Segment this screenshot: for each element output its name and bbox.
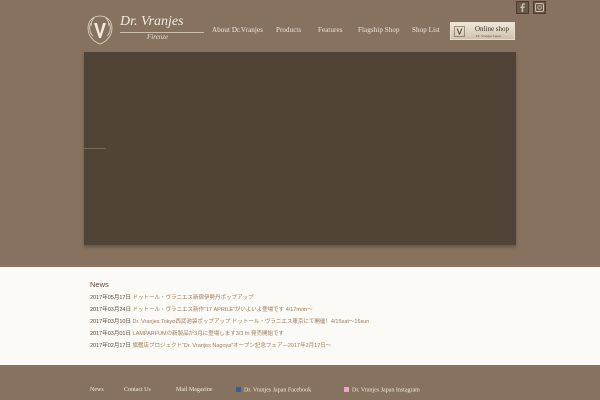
nav-shop-list[interactable]: Shop List bbox=[412, 26, 440, 34]
footer-link-facebook[interactable]: Dr. Vranjes Japan Facebook bbox=[236, 387, 311, 394]
online-shop-label: Online shop bbox=[475, 25, 510, 33]
news-date: 2017年02月17日 bbox=[90, 343, 131, 349]
footer-link-news[interactable]: News bbox=[90, 387, 104, 393]
news-item[interactable]: 2017年03月10日 Dr. Vranjes Tokyo西武池袋ポップアップ … bbox=[90, 317, 369, 325]
footer-link-instagram[interactable]: Dr. Vranjes Japan Instagram bbox=[344, 387, 420, 394]
instagram-icon bbox=[344, 387, 349, 392]
footer-instagram-label: Dr. Vranjes Japan Instagram bbox=[352, 387, 420, 394]
news-link[interactable]: ドットール・ヴラニエス新宿伊勢丹ポップアップ bbox=[133, 295, 254, 301]
facebook-icon[interactable] bbox=[516, 1, 529, 14]
nav-products[interactable]: Products bbox=[276, 26, 301, 34]
news-date: 2017年03月24日 bbox=[90, 307, 131, 313]
instagram-icon[interactable] bbox=[533, 1, 546, 14]
nav-features[interactable]: Features bbox=[318, 26, 343, 34]
online-shop-button[interactable]: Online shop Dr. Vranjes Japan bbox=[450, 22, 515, 40]
footer-link-contact[interactable]: Contact Us bbox=[124, 387, 151, 393]
hero-slideshow[interactable] bbox=[84, 52, 516, 245]
nav-flagship-shop[interactable]: Flagship Shop bbox=[358, 26, 400, 34]
news-item[interactable]: 2017年05月17日 ドットール・ヴラニエス新宿伊勢丹ポップアップ bbox=[90, 293, 254, 301]
slide-indicator[interactable] bbox=[84, 148, 106, 149]
news-date: 2017年03月01日 bbox=[90, 331, 131, 337]
footer: News Contact Us Mail Magazine Dr. Vranje… bbox=[0, 365, 600, 400]
news-link[interactable]: 旗艦店プロジェクト“Dr. Vranjes Nagoya”オープン記念フェア—2… bbox=[133, 343, 332, 349]
online-shop-sublabel: Dr. Vranjes Japan bbox=[476, 34, 501, 38]
v-crest-icon bbox=[454, 26, 465, 37]
header: Dr. Vranjes Firenze About Dr.Vranjes Pro… bbox=[0, 0, 600, 52]
logo-wordmark: Dr. Vranjes bbox=[120, 14, 184, 29]
nav-about[interactable]: About Dr.Vranjes bbox=[212, 26, 263, 34]
news-item[interactable]: 2017年03月24日 ドットール・ヴラニエス新作“17 APRILE”がいよい… bbox=[90, 305, 313, 313]
news-link[interactable]: ドットール・ヴラニエス新作“17 APRILE”がいよいよ登場です 4/17mo… bbox=[133, 307, 313, 313]
footer-link-mail-magazine[interactable]: Mail Magazine bbox=[176, 387, 213, 393]
logo-city: Firenze bbox=[147, 33, 169, 41]
news-link[interactable]: Dr. Vranjes Tokyo西武池袋ポップアップ ドットール・ヴラニエス東… bbox=[133, 319, 370, 325]
news-date: 2017年03月10日 bbox=[90, 319, 131, 325]
news-item[interactable]: 2017年02月17日 旗艦店プロジェクト“Dr. Vranjes Nagoya… bbox=[90, 341, 331, 349]
footer-facebook-label: Dr. Vranjes Japan Facebook bbox=[244, 387, 312, 394]
news-section: News 2017年05月17日 ドットール・ヴラニエス新宿伊勢丹ポップアップ … bbox=[0, 267, 600, 365]
news-item[interactable]: 2017年03月01日 LAMPARFUMの新製品が3月に登場します3/3 fr… bbox=[90, 329, 284, 337]
news-link[interactable]: LAMPARFUMの新製品が3月に登場します3/3 fri 発売開始です bbox=[133, 331, 284, 337]
news-date: 2017年05月17日 bbox=[90, 295, 131, 301]
news-heading: News bbox=[90, 280, 109, 289]
facebook-icon bbox=[236, 387, 241, 392]
